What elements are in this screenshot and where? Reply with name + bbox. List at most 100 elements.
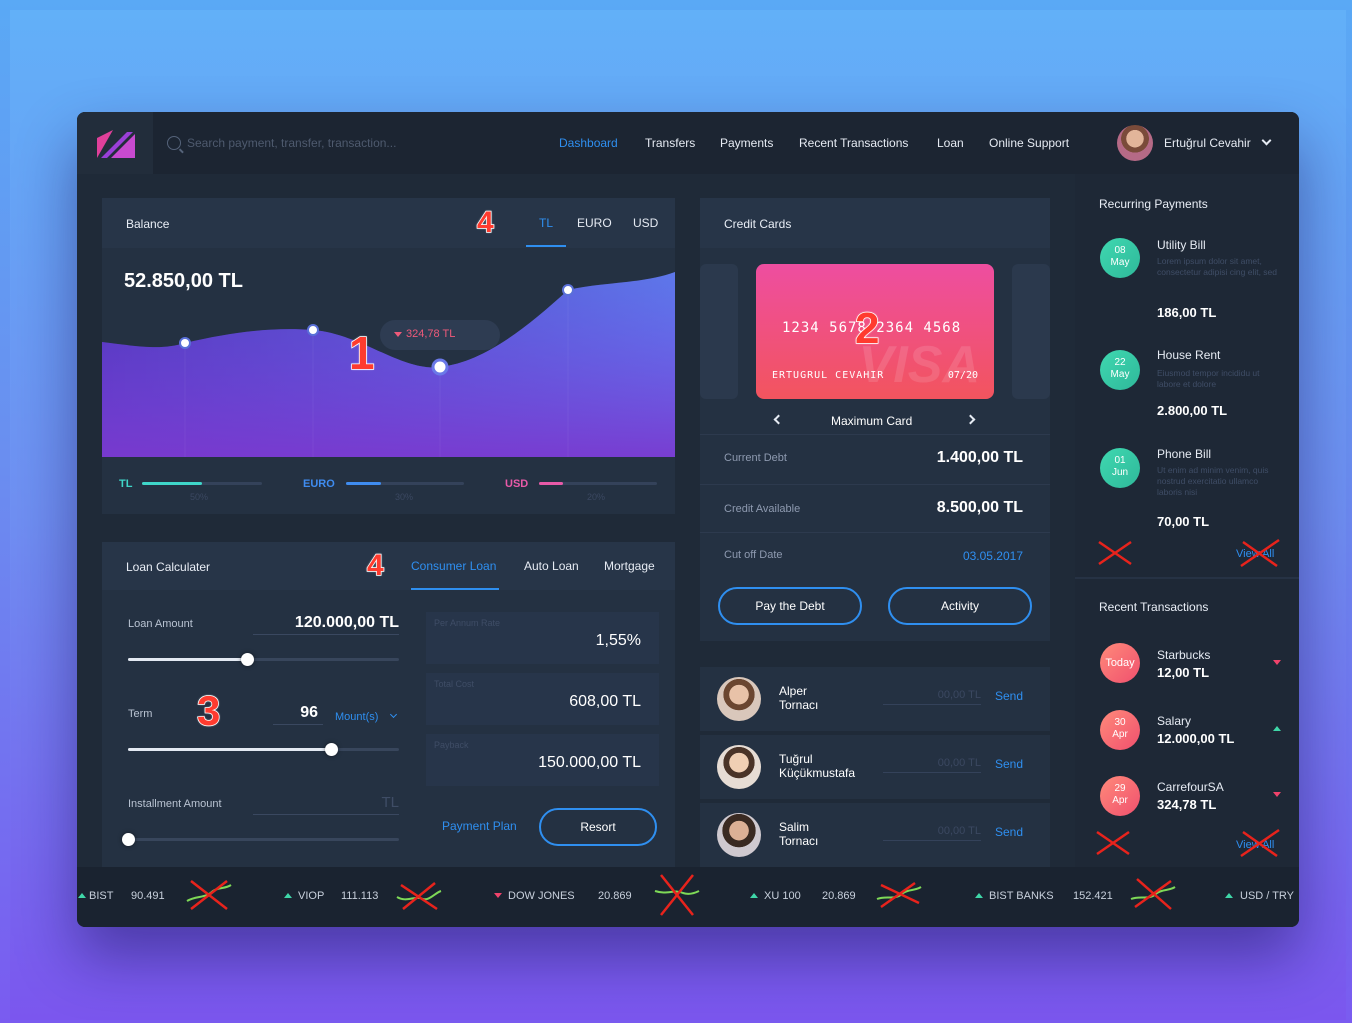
contact-avatar[interactable]	[717, 813, 761, 857]
transaction-amount: 324,78 TL	[1157, 797, 1217, 812]
contact-amount-input[interactable]: 00,00 TL	[883, 757, 981, 773]
ticker-value: 20.869	[598, 890, 632, 902]
annotation-1: 1	[348, 326, 375, 380]
transaction-name[interactable]: Starbucks	[1157, 648, 1210, 662]
transaction-name[interactable]: Salary	[1157, 714, 1191, 728]
brand-logo-icon[interactable]	[97, 130, 135, 158]
user-avatar[interactable]	[1117, 125, 1153, 161]
card-next-preview[interactable]	[1012, 264, 1050, 399]
search-icon	[167, 136, 181, 150]
loan-amount-value[interactable]: 120.000,00 TL	[253, 614, 399, 632]
term-label: Term	[128, 708, 153, 720]
nav-online-support[interactable]: Online Support	[989, 136, 1069, 150]
current-debt-value: 1.400,00 TL	[936, 449, 1023, 466]
ticker-sparkline	[1130, 878, 1176, 910]
recurring-amount: 186,00 TL	[1157, 305, 1217, 320]
term-unit-dropdown[interactable]: Mount(s)	[335, 711, 378, 723]
recurring-date-badge: 01 Jun	[1100, 448, 1140, 488]
top-bar: Dashboard Transfers Payments Recent Tran…	[77, 112, 1299, 174]
divider	[700, 532, 1050, 533]
ticker-sparkline	[876, 881, 922, 909]
nav-payments[interactable]: Payments	[720, 136, 773, 150]
contact-name: Tuğrul Küçükmustafa	[779, 752, 856, 780]
annotation-3: 3	[196, 686, 221, 735]
recurring-desc: Eiusmod tempor incididu ut labore et dol…	[1157, 368, 1260, 389]
ticker-sparkline	[654, 874, 700, 916]
payment-plan-link[interactable]: Payment Plan	[442, 819, 517, 833]
down-arrow-icon	[1273, 660, 1281, 665]
cross-out-mark-icon	[1098, 540, 1132, 566]
loan-amount-underline	[253, 634, 399, 635]
loan-tab-active-indicator	[411, 588, 499, 590]
currency-pct-usd: 20%	[587, 492, 606, 502]
contact-send-button[interactable]: Send	[995, 757, 1023, 771]
ticker-sparkline	[396, 882, 442, 911]
search-input[interactable]	[187, 132, 487, 154]
credit-available-value: 8.500,00 TL	[936, 499, 1023, 516]
nav-dashboard[interactable]: Dashboard	[559, 136, 618, 150]
transaction-amount: 12,00 TL	[1157, 665, 1210, 680]
up-arrow-icon	[284, 893, 292, 898]
contact-send-button[interactable]: Send	[995, 825, 1023, 839]
transaction-name[interactable]: CarrefourSA	[1157, 780, 1224, 794]
chart-point	[562, 284, 574, 296]
term-slider[interactable]	[128, 743, 399, 756]
tab-mortgage[interactable]: Mortgage	[604, 559, 655, 573]
pay-the-debt-button[interactable]: Pay the Debt	[718, 587, 862, 625]
nav-transfers[interactable]: Transfers	[645, 136, 695, 150]
contact-amount-input[interactable]: 00,00 TL	[883, 689, 981, 705]
user-name[interactable]: Ertuğrul Cevahir	[1164, 136, 1251, 150]
installment-slider[interactable]	[122, 833, 399, 846]
cutoff-date-label: Cut off Date	[724, 549, 783, 561]
ticker-sparkline	[186, 880, 232, 910]
nav-recent-transactions[interactable]: Recent Transactions	[799, 136, 908, 150]
term-underline	[273, 724, 323, 725]
recurring-payments-title: Recurring Payments	[1099, 197, 1208, 211]
contact-avatar[interactable]	[717, 745, 761, 789]
resort-button[interactable]: Resort	[539, 808, 657, 846]
recurring-name[interactable]: Phone Bill	[1157, 447, 1211, 461]
contact-name: Alper Tornacı	[779, 684, 819, 712]
annotation-4-balance: 4	[476, 205, 494, 240]
recurring-name[interactable]: Utility Bill	[1157, 238, 1206, 252]
card-prev-preview[interactable]	[700, 264, 738, 399]
contact-avatar[interactable]	[717, 677, 761, 721]
activity-button[interactable]: Activity	[888, 587, 1032, 625]
logo-container	[77, 112, 153, 174]
chart-area-overlay	[102, 272, 675, 457]
chart-tooltip: 324,78 TL	[380, 320, 500, 350]
cutoff-date-value: 03.05.2017	[962, 549, 1023, 563]
ticker-name: BIST BANKS	[989, 890, 1054, 902]
card-expiry: 07/20	[947, 370, 978, 381]
tab-usd[interactable]: USD	[633, 216, 658, 230]
tab-consumer-loan[interactable]: Consumer Loan	[411, 559, 496, 573]
annotation-4-loan: 4	[366, 548, 384, 583]
up-arrow-icon	[750, 893, 758, 898]
loan-amount-slider[interactable]	[128, 653, 399, 666]
balance-chart[interactable]	[102, 272, 675, 457]
total-cost-label: Total Cost	[434, 679, 475, 689]
contact-send-button[interactable]: Send	[995, 689, 1023, 703]
payback-label: Payback	[434, 740, 469, 750]
total-cost-value: 608,00 TL	[569, 693, 641, 710]
installment-slider-handle[interactable]	[122, 833, 135, 846]
contact-row: Tuğrul Küçükmustafa 00,00 TL Send	[700, 735, 1050, 799]
installment-input[interactable]: TL	[253, 794, 399, 811]
recurring-name[interactable]: House Rent	[1157, 348, 1220, 362]
contact-amount-input[interactable]: 00,00 TL	[883, 825, 981, 841]
tab-euro[interactable]: EURO	[577, 216, 612, 230]
contact-row: Salim Tornacı 00,00 TL Send	[700, 803, 1050, 867]
tab-active-indicator	[526, 245, 566, 247]
divider	[700, 484, 1050, 485]
tab-auto-loan[interactable]: Auto Loan	[524, 559, 579, 573]
recurring-desc: Lorem ipsum dolor sit amet, consectetur …	[1157, 256, 1278, 277]
tab-tl[interactable]: TL	[539, 216, 553, 230]
divider	[1075, 577, 1299, 579]
chevron-down-icon[interactable]	[1261, 135, 1272, 146]
term-value[interactable]: 96	[273, 704, 318, 722]
card-holder: ERTUGRUL CEVAHIR	[772, 370, 885, 381]
down-arrow-icon	[1273, 792, 1281, 797]
nav-loan[interactable]: Loan	[937, 136, 964, 150]
currency-bar-fill-tl	[142, 482, 202, 485]
currency-bar-fill-usd	[539, 482, 563, 485]
